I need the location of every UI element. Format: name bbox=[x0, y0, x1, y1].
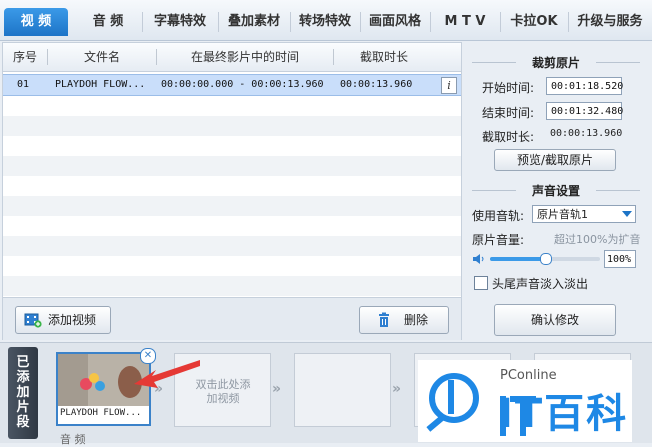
speaker-icon bbox=[473, 254, 484, 264]
fade-checkbox[interactable] bbox=[474, 276, 488, 290]
tab-divider bbox=[568, 12, 569, 32]
add-video-icon bbox=[24, 313, 42, 328]
info-icon[interactable]: i bbox=[441, 77, 457, 94]
settings-panel: 裁剪原片 开始时间: 00:01:18.520 结束时间: 00:01:32.4… bbox=[462, 42, 650, 338]
column-header-time[interactable]: 在最终影片中的时间 bbox=[157, 43, 333, 71]
delete-label: 删除 bbox=[404, 313, 429, 327]
end-time-field[interactable]: 00:01:32.480 bbox=[546, 102, 623, 120]
section-line bbox=[596, 62, 640, 63]
chevron-down-icon bbox=[622, 211, 632, 217]
tab-video[interactable]: 视 频 bbox=[4, 8, 68, 36]
volume-hint: 超过100%为扩音 bbox=[554, 233, 641, 246]
volume-slider-fill bbox=[490, 257, 545, 261]
volume-slider-thumb[interactable] bbox=[540, 253, 552, 265]
trash-icon bbox=[379, 312, 389, 327]
watermark-name: IT百科 bbox=[498, 391, 629, 437]
tab-overlay-materials[interactable]: 叠加素材 bbox=[220, 8, 288, 36]
empty-row bbox=[3, 216, 461, 236]
start-time-field[interactable]: 00:01:18.520 bbox=[546, 77, 623, 95]
main-tab-bar: 视 频 音 频 字幕特效 叠加素材 转场特效 画面风格 M T V 卡拉OK 升… bbox=[0, 0, 652, 41]
empty-row bbox=[3, 276, 461, 296]
added-clips-tab-label: 已添加片段 bbox=[16, 355, 30, 430]
row-filename: PLAYDOH FLOW... bbox=[55, 79, 146, 90]
preview-trim-button[interactable]: 预览/截取原片 bbox=[494, 149, 616, 171]
tab-divider bbox=[290, 12, 291, 32]
add-video-button[interactable]: 添加视频 bbox=[15, 306, 111, 334]
tab-mtv[interactable]: M T V bbox=[432, 8, 498, 36]
empty-row bbox=[3, 236, 461, 256]
tab-transition-effects[interactable]: 转场特效 bbox=[292, 8, 358, 36]
add-video-label: 添加视频 bbox=[48, 313, 97, 327]
start-time-label: 开始时间: bbox=[482, 81, 535, 95]
tab-divider bbox=[360, 12, 361, 32]
empty-row bbox=[3, 96, 461, 116]
list-action-bar: 添加视频 删除 bbox=[3, 297, 461, 340]
row-duration: 00:00:13.960 bbox=[340, 79, 413, 90]
tab-audio[interactable]: 音 频 bbox=[76, 8, 140, 36]
table-header: 序号 文件名 在最终影片中的时间 截取时长 bbox=[3, 43, 461, 72]
empty-row bbox=[3, 136, 461, 156]
trim-duration-value: 00:00:13.960 bbox=[550, 128, 623, 139]
column-header-index[interactable]: 序号 bbox=[3, 43, 47, 71]
column-header-duration[interactable]: 截取时长 bbox=[334, 43, 434, 71]
end-time-label: 结束时间: bbox=[482, 106, 535, 120]
delete-button[interactable]: 删除 bbox=[359, 306, 449, 334]
table-body: 01 PLAYDOH FLOW... 00:00:00.000 - 00:00:… bbox=[3, 72, 461, 296]
row-time-range: 00:00:00.000 - 00:00:13.960 bbox=[161, 79, 324, 90]
audio-track-select[interactable]: 原片音轨1 bbox=[532, 205, 636, 223]
empty-row bbox=[3, 176, 461, 196]
video-list-panel: 序号 文件名 在最终影片中的时间 截取时长 01 PLAYDOH FLOW...… bbox=[2, 42, 462, 340]
trim-duration-label: 截取时长: bbox=[482, 130, 535, 144]
audio-track-value: 原片音轨1 bbox=[537, 208, 588, 221]
empty-row bbox=[3, 156, 461, 176]
added-clips-tab[interactable]: 已添加片段 bbox=[8, 347, 38, 439]
volume-slider[interactable] bbox=[490, 253, 600, 265]
row-index: 01 bbox=[17, 79, 30, 90]
empty-row bbox=[3, 116, 461, 136]
tab-subtitle-effects[interactable]: 字幕特效 bbox=[144, 8, 216, 36]
chevron-right-icon: » bbox=[272, 381, 282, 397]
fade-label: 头尾声音淡入淡出 bbox=[492, 277, 589, 291]
tab-divider bbox=[142, 12, 143, 32]
clip-name: PLAYDOH FLOW... bbox=[60, 408, 142, 418]
chevron-right-icon: » bbox=[392, 381, 402, 397]
tab-divider bbox=[430, 12, 431, 32]
tab-divider bbox=[218, 12, 219, 32]
tab-picture-style[interactable]: 画面风格 bbox=[362, 8, 428, 36]
column-header-filename[interactable]: 文件名 bbox=[48, 43, 156, 71]
volume-label: 原片音量: bbox=[472, 233, 525, 247]
audio-track-row-label: 音 频 bbox=[60, 433, 86, 446]
audio-track-label: 使用音轨: bbox=[472, 209, 525, 223]
empty-row bbox=[3, 196, 461, 216]
empty-clip-slot[interactable] bbox=[294, 353, 391, 427]
table-row[interactable]: 01 PLAYDOH FLOW... 00:00:00.000 - 00:00:… bbox=[3, 74, 461, 96]
confirm-changes-button[interactable]: 确认修改 bbox=[494, 304, 616, 336]
watermark-logo: PConline IT百科 bbox=[418, 360, 632, 442]
section-line bbox=[596, 190, 640, 191]
volume-value-field[interactable]: 100% bbox=[604, 250, 636, 268]
watermark-brand: PConline bbox=[500, 368, 557, 383]
tab-karaoke[interactable]: 卡拉OK bbox=[502, 8, 566, 36]
tab-divider bbox=[500, 12, 501, 32]
empty-row bbox=[3, 256, 461, 276]
annotation-arrow bbox=[134, 360, 200, 388]
tab-upgrade-service[interactable]: 升级与服务 bbox=[570, 8, 650, 36]
